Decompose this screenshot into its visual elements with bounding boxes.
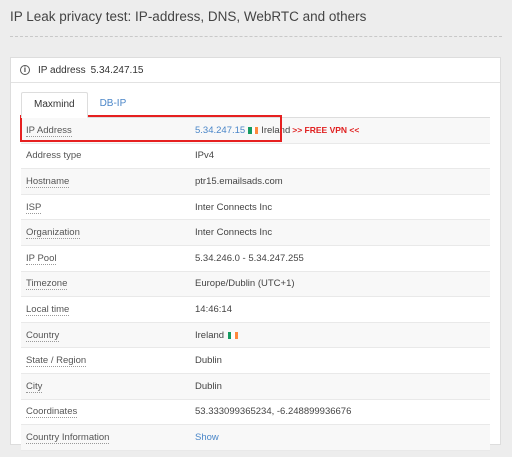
title-divider — [10, 36, 502, 37]
row-label-text: City — [26, 380, 43, 393]
tab-maxmind[interactable]: Maxmind — [21, 92, 88, 118]
table-row: IP Pool 5.34.246.0 - 5.34.247.255 — [21, 245, 490, 272]
row-value-text: ptr15.emailsads.com — [195, 175, 283, 187]
card-header-ip: 5.34.247.15 — [90, 64, 144, 76]
table-row: Country Information Show — [21, 425, 490, 451]
ip-address-card: i IP address 5.34.247.15 Maxmind DB-IP I… — [10, 57, 501, 451]
row-label-text: Timezone — [26, 278, 68, 291]
row-value-text: Ireland — [195, 329, 225, 341]
row-label-text: Country — [26, 329, 60, 342]
row-label: Local time — [21, 303, 195, 316]
row-value: Europe/Dublin (UTC+1) — [195, 278, 295, 289]
ip-info-table: IP Address 5.34.247.15 Ireland >> FREE V… — [21, 117, 490, 451]
table-row: Address type IPv4 — [21, 143, 490, 170]
row-label: IP Address — [21, 124, 195, 137]
row-value-text: Dublin — [195, 380, 222, 392]
row-label: Coordinates — [21, 406, 195, 419]
row-label: Address type — [21, 150, 195, 161]
row-value-text: 5.34.246.0 - 5.34.247.255 — [195, 252, 304, 264]
row-value: Inter Connects Inc — [195, 202, 272, 213]
row-label-text: Country Information — [26, 431, 110, 444]
row-label: Organization — [21, 227, 195, 240]
table-row-ip-address: IP Address 5.34.247.15 Ireland >> FREE V… — [21, 118, 490, 144]
table-row: Timezone Europe/Dublin (UTC+1) — [21, 271, 490, 298]
row-value-text: Inter Connects Inc — [195, 201, 273, 213]
table-row: City Dublin — [21, 373, 490, 400]
row-value: Ireland — [195, 330, 241, 341]
row-label-text: ISP — [26, 201, 42, 214]
table-row: Coordinates 53.333099365234, -6.248899936… — [21, 399, 490, 426]
row-value: Dublin — [195, 381, 222, 392]
row-label-text: IP Pool — [26, 252, 57, 265]
row-value: ptr15.emailsads.com — [195, 176, 283, 187]
page-title: IP Leak privacy test: IP-address, DNS, W… — [10, 9, 367, 24]
row-label-text: State / Region — [26, 355, 87, 368]
tab-db-ip[interactable]: DB-IP — [88, 92, 139, 118]
ireland-flag-icon — [228, 331, 239, 339]
card-header-label: IP address — [38, 64, 86, 76]
row-label-text: Address type — [26, 150, 82, 162]
ip-link[interactable]: 5.34.247.15 — [195, 125, 245, 136]
row-value: Dublin — [195, 355, 222, 366]
table-row: ISP Inter Connects Inc — [21, 194, 490, 221]
table-row: State / Region Dublin — [21, 348, 490, 374]
row-label-text: Hostname — [26, 175, 70, 188]
free-vpn-link[interactable]: >> FREE VPN << — [292, 125, 359, 135]
row-value: Show — [195, 432, 219, 443]
card-header: i IP address 5.34.247.15 — [11, 58, 500, 83]
ip-address-label: IP Address — [26, 124, 72, 137]
ireland-flag-icon — [248, 126, 259, 134]
row-value: 5.34.247.15 Ireland >> FREE VPN << — [195, 125, 359, 136]
table-row: Local time 14:46:14 — [21, 297, 490, 323]
row-label-text: Coordinates — [26, 406, 78, 419]
row-label: State / Region — [21, 355, 195, 368]
row-label: Country — [21, 329, 195, 342]
row-value-text: IPv4 — [195, 150, 215, 162]
row-label: Country Information — [21, 431, 195, 444]
row-label: Hostname — [21, 175, 195, 188]
row-value-text: Inter Connects Inc — [195, 227, 273, 239]
row-label: City — [21, 380, 195, 393]
show-country-info-link[interactable]: Show — [195, 432, 219, 443]
row-label: ISP — [21, 201, 195, 214]
row-value: 14:46:14 — [195, 304, 232, 315]
tab-bar: Maxmind DB-IP — [21, 92, 138, 118]
row-value: Inter Connects Inc — [195, 227, 272, 238]
table-row: Hostname ptr15.emailsads.com — [21, 169, 490, 195]
table-row: Country Ireland — [21, 322, 490, 349]
row-label-text: Organization — [26, 227, 80, 240]
row-value: 53.333099365234, -6.248899936676 — [195, 406, 351, 417]
ip-country: Ireland — [261, 124, 291, 136]
row-value-text: 53.333099365234, -6.248899936676 — [195, 406, 352, 418]
row-value: IPv4 — [195, 150, 214, 161]
row-value-text: 14:46:14 — [195, 303, 232, 315]
row-value-text: Dublin — [195, 355, 222, 367]
row-label: IP Pool — [21, 252, 195, 265]
row-value: 5.34.246.0 - 5.34.247.255 — [195, 253, 304, 264]
info-icon: i — [20, 65, 30, 75]
row-label: Timezone — [21, 278, 195, 291]
row-label-text: Local time — [26, 303, 70, 316]
row-value-text: Europe/Dublin (UTC+1) — [195, 278, 295, 290]
table-row: Organization Inter Connects Inc — [21, 220, 490, 246]
